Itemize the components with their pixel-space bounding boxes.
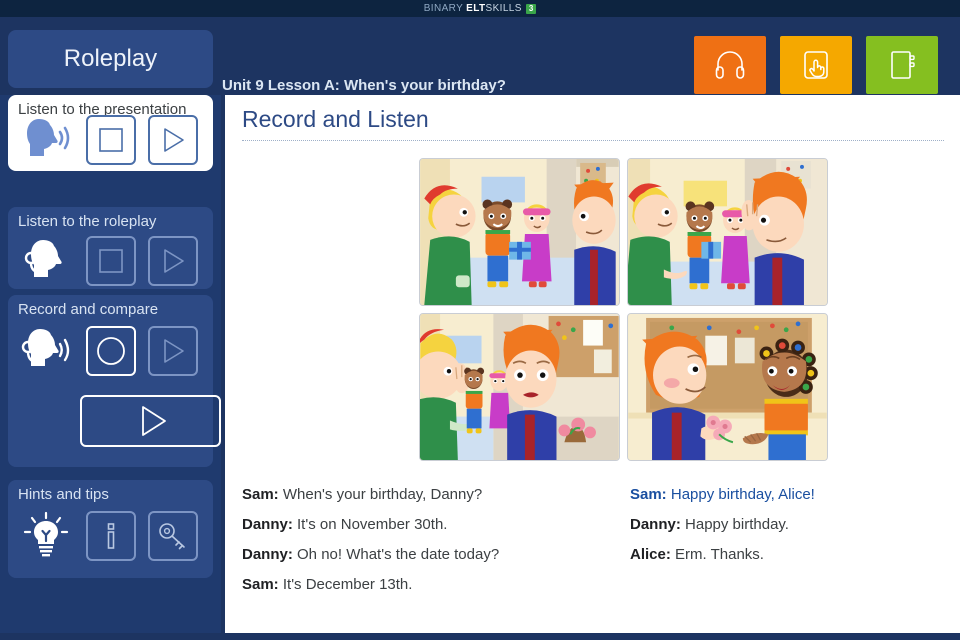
sidebar: Listen to the presentation Listen to the… <box>0 95 221 640</box>
dialogue-text: When's your birthday, Danny? <box>282 486 483 503</box>
comic-panel-2-art <box>628 159 827 305</box>
dialogue-text: Happy birthday, Alice! <box>670 486 815 503</box>
comic-panel-3[interactable] <box>419 313 620 461</box>
title-divider <box>242 140 944 141</box>
dialogue-speaker: Danny: <box>242 546 293 563</box>
dialogue-column-right: Sam: Happy birthday, Alice! Danny: Happy… <box>630 485 960 575</box>
header-tool-buttons <box>694 36 938 94</box>
bottom-bar <box>0 633 960 640</box>
sidebar-card-title: Hints and tips <box>18 486 109 503</box>
brand-part-2: ELT <box>466 3 486 14</box>
dialogue-line[interactable]: Danny: It's on November 30th. <box>242 515 602 534</box>
sidebar-card-listen-roleplay[interactable]: Listen to the roleplay <box>8 207 213 289</box>
page-title: Record and Listen <box>242 106 429 132</box>
brand-part-3: SKILLS <box>485 3 522 14</box>
headset-head-glyph <box>24 240 62 277</box>
headphones-button[interactable] <box>694 36 766 94</box>
sidebar-card-title: Listen to the roleplay <box>18 213 157 230</box>
sidebar-card-controls <box>18 235 198 287</box>
dialogue-text: Happy birthday. <box>685 516 789 533</box>
speaking-head-icon <box>18 114 74 166</box>
header: Roleplay Unit 9 Lesson A: When's your bi… <box>0 17 960 95</box>
app-root: BINARY ELTSKILLS 3 Roleplay Unit 9 Lesso… <box>0 0 960 640</box>
dialogue-speaker: Danny: <box>630 516 681 533</box>
dialogue-speaker: Sam: <box>630 486 667 503</box>
comic-panel-2[interactable] <box>627 158 828 306</box>
play-button[interactable] <box>148 236 198 286</box>
lightbulb-glyph <box>23 511 69 557</box>
info-button[interactable] <box>86 511 136 561</box>
play-recording-button[interactable] <box>148 326 198 376</box>
comic-panel-1-art <box>420 159 619 305</box>
key-icon <box>159 523 185 550</box>
sidebar-card-hints-tips[interactable]: Hints and tips <box>8 480 213 578</box>
sidebar-card-controls <box>18 325 198 377</box>
sidebar-card-record-compare[interactable]: Record and compare <box>8 295 221 467</box>
record-button[interactable] <box>86 326 136 376</box>
notebook-button[interactable] <box>866 36 938 94</box>
square-icon <box>99 249 123 273</box>
brand-bar: BINARY ELTSKILLS 3 <box>0 0 960 17</box>
content-panel: Record and Listen Sam: When's your birth… <box>221 95 960 633</box>
lesson-title: Unit 9 Lesson A: When's your birthday? <box>222 77 506 94</box>
brand-wordmark: BINARY ELTSKILLS <box>424 3 522 14</box>
triangle-icon <box>164 249 184 273</box>
stop-button[interactable] <box>86 236 136 286</box>
dialogue-text: It's on November 30th. <box>297 516 448 533</box>
triangle-icon <box>141 406 166 436</box>
sidebar-card-listen-presentation[interactable]: Listen to the presentation <box>8 95 213 171</box>
play-button[interactable] <box>148 115 198 165</box>
stop-button[interactable] <box>86 115 136 165</box>
dialogue-line-active[interactable]: Sam: Happy birthday, Alice! <box>630 485 960 504</box>
dialogue-speaker: Sam: <box>242 486 279 503</box>
brand-level-badge: 3 <box>525 3 537 14</box>
dialogue-line[interactable]: Danny: Happy birthday. <box>630 515 960 534</box>
key-button[interactable] <box>148 511 198 561</box>
notebook-icon <box>891 51 915 79</box>
brand-part-1: BINARY <box>423 3 467 14</box>
sidebar-card-title: Record and compare <box>18 301 159 318</box>
comic-panel-4-art <box>628 314 827 460</box>
info-icon <box>107 523 115 549</box>
dialogue-column-left: Sam: When's your birthday, Danny? Danny:… <box>242 485 602 605</box>
triangle-icon <box>164 339 184 363</box>
lightbulb-icon <box>18 510 74 562</box>
dialogue-speaker: Sam: <box>242 576 279 593</box>
sidebar-card-controls <box>18 510 198 562</box>
circle-icon <box>97 337 125 365</box>
dialogue-line[interactable]: Alice: Erm. Thanks. <box>630 545 960 564</box>
comic-strip <box>419 158 828 461</box>
comic-panel-3-art <box>420 314 619 460</box>
dialogue-speaker: Danny: <box>242 516 293 533</box>
dialogue-text: Oh no! What's the date today? <box>297 546 500 563</box>
dialogue-line[interactable]: Sam: When's your birthday, Danny? <box>242 485 602 504</box>
dialogue-text: It's December 13th. <box>282 576 413 593</box>
play-all-button[interactable] <box>80 395 221 447</box>
comic-panel-1[interactable] <box>419 158 620 306</box>
sidebar-card-controls <box>18 114 198 166</box>
tab-roleplay-label: Roleplay <box>63 45 158 72</box>
dialogue-line[interactable]: Sam: It's December 13th. <box>242 575 602 594</box>
speaking-head-glyph <box>27 119 70 156</box>
dialogue-text: Erm. Thanks. <box>675 546 764 563</box>
dialogue-speaker: Alice: <box>630 546 671 563</box>
headset-mic-head-icon <box>18 325 74 377</box>
headphones-icon <box>715 51 745 79</box>
dialogue-line[interactable]: Danny: Oh no! What's the date today? <box>242 545 602 564</box>
practice-button[interactable] <box>780 36 852 94</box>
comic-panel-4[interactable] <box>627 313 828 461</box>
triangle-icon <box>164 128 184 152</box>
headset-mic-head-glyph <box>21 329 70 366</box>
headset-head-icon <box>18 235 74 287</box>
hand-tap-icon <box>804 51 828 79</box>
square-icon <box>99 128 123 152</box>
tab-roleplay[interactable]: Roleplay <box>8 30 213 88</box>
